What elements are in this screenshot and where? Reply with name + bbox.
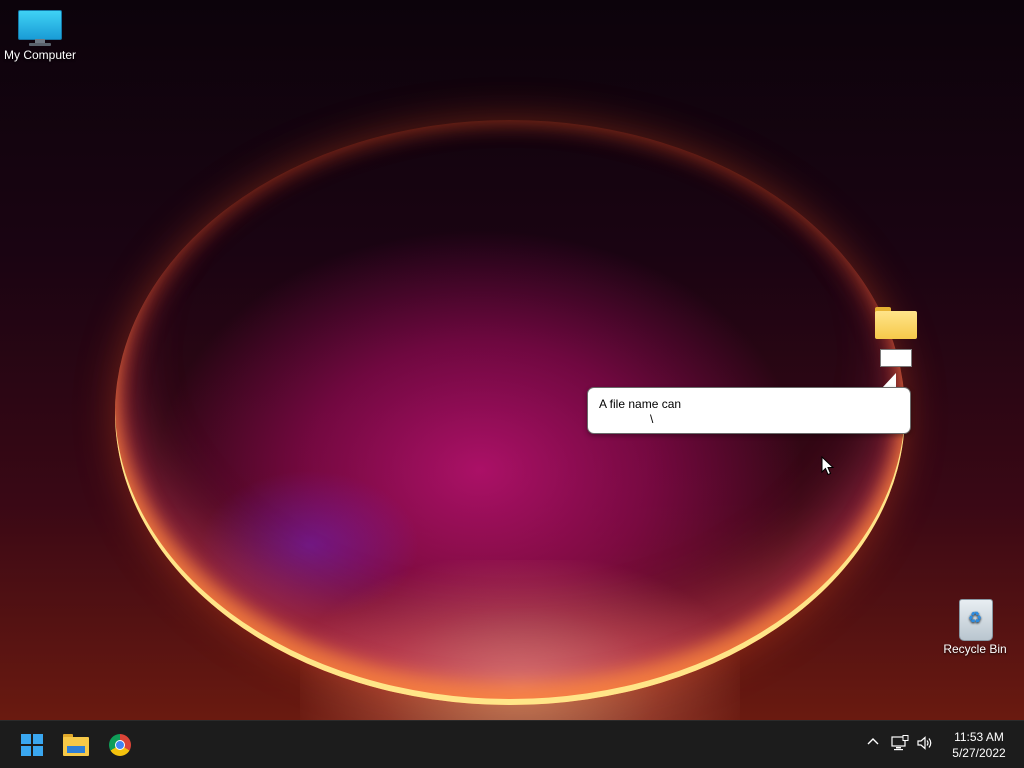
monitor-icon (18, 8, 62, 46)
mouse-pointer-icon (821, 456, 835, 476)
start-button[interactable] (14, 727, 50, 763)
volume-icon[interactable] (916, 735, 934, 753)
file-explorer-button[interactable] (58, 727, 94, 763)
chrome-icon (109, 734, 131, 756)
wallpaper-violet-glow (200, 470, 420, 620)
tooltip-text-line-1: A file name can (599, 397, 682, 411)
system-clock[interactable]: 11:53 AM 5/27/2022 (945, 729, 1013, 761)
show-hidden-icons-chevron-icon[interactable] (864, 735, 882, 753)
desktop-icon-new-folder[interactable] (866, 305, 926, 367)
clock-date: 5/27/2022 (952, 746, 1006, 760)
chrome-button[interactable] (102, 727, 138, 763)
desktop-icon-my-computer[interactable]: My Computer (0, 8, 80, 62)
clock-time: 11:53 AM (954, 730, 1004, 744)
folder-rename-input[interactable] (880, 349, 912, 367)
taskbar: 11:53 AM 5/27/2022 (0, 720, 1024, 768)
file-explorer-icon (63, 734, 89, 756)
desktop-background[interactable]: My Computer ♻ Recycle Bin A file name ca… (0, 0, 1024, 720)
windows-logo-icon (21, 734, 43, 756)
folder-icon (874, 305, 918, 339)
filename-warning-tooltip: A file name can \ (587, 387, 911, 434)
desktop-icon-label: My Computer (3, 48, 77, 62)
recycle-bin-icon: ♻ (955, 596, 995, 641)
desktop-icon-label: Recycle Bin (943, 642, 1007, 656)
wallpaper-bottom-glow (300, 560, 740, 720)
network-icon[interactable] (891, 735, 909, 753)
tooltip-text-line-2: \ (650, 412, 654, 426)
desktop-icon-recycle-bin[interactable]: ♻ Recycle Bin (935, 596, 1015, 656)
tooltip-tail (882, 373, 896, 388)
